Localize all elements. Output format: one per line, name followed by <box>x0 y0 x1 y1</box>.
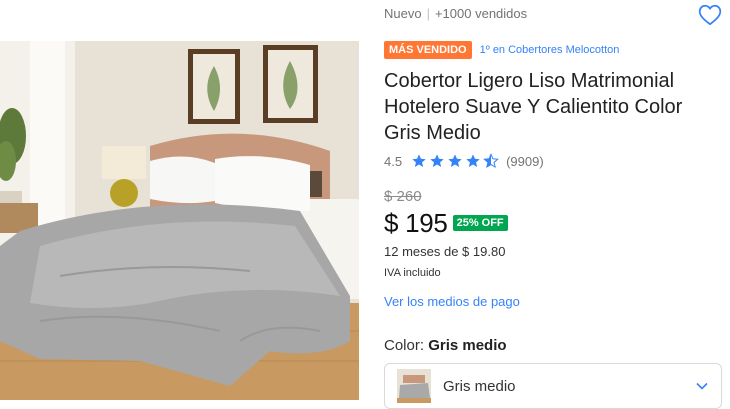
current-price: $ 195 <box>384 207 448 238</box>
condition-label: Nuevo <box>384 6 422 21</box>
color-option-thumbnail <box>397 369 431 403</box>
payment-methods-link[interactable]: Ver los medios de pago <box>384 294 520 309</box>
price-row: $ 195 25% OFF <box>384 206 508 240</box>
rating-stars <box>411 153 501 169</box>
color-dropdown[interactable]: Gris medio <box>384 363 722 409</box>
rating-row[interactable]: 4.5 (9909) <box>384 152 544 170</box>
best-seller-badge: MÁS VENDIDO <box>384 41 472 59</box>
installments-text: 12 meses de $ 19.80 <box>384 244 506 259</box>
discount-badge: 25% OFF <box>452 215 508 231</box>
chevron-down-icon <box>696 382 708 390</box>
tax-note: IVA incluido <box>384 267 441 279</box>
color-label-prefix: Color: <box>384 337 425 354</box>
heart-outline-icon <box>698 4 722 26</box>
star-full-icon <box>448 154 462 167</box>
product-image[interactable] <box>0 41 359 400</box>
color-option-label: Gris medio <box>443 377 516 395</box>
favorite-button[interactable] <box>697 2 723 28</box>
color-label: Color: Gris medio <box>384 337 507 354</box>
rating-average: 4.5 <box>384 153 403 169</box>
star-full-icon <box>412 154 426 167</box>
product-subtitle: Nuevo | +1000 vendidos <box>384 6 527 21</box>
subtitle-separator: | <box>426 6 430 21</box>
original-price: $ 260 <box>384 188 422 205</box>
product-title: Cobertor Ligero Liso Matrimonial Hoteler… <box>384 70 683 144</box>
star-full-icon <box>430 154 444 167</box>
color-selected-value: Gris medio <box>428 337 507 354</box>
category-rank-link[interactable]: 1º en Cobertores Melocotton <box>480 44 620 56</box>
badges-row: MÁS VENDIDO 1º en Cobertores Melocotton <box>384 41 619 59</box>
rating-count: (9909) <box>506 153 544 169</box>
star-half-icon <box>483 153 499 169</box>
star-full-icon <box>466 154 480 167</box>
sold-count: +1000 vendidos <box>434 6 528 21</box>
